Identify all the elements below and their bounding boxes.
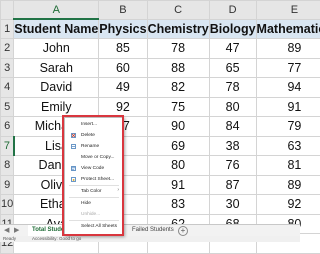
- tab-scroll-left-icon[interactable]: ◀: [4, 227, 10, 235]
- select-all-corner[interactable]: [1, 1, 14, 20]
- cell[interactable]: Sarah: [14, 58, 99, 78]
- column-header-d[interactable]: D: [209, 1, 256, 20]
- column-header-row: A B C D E: [1, 1, 320, 20]
- cell[interactable]: David: [14, 78, 99, 98]
- spreadsheet-grid: A B C D E 1 Student Name Physics Chemist…: [0, 0, 320, 254]
- cell[interactable]: 69: [147, 136, 209, 156]
- cell[interactable]: 77: [256, 58, 320, 78]
- cell[interactable]: John: [14, 39, 99, 59]
- table-row: 10 Ethan 83 30 92: [1, 195, 320, 215]
- cell[interactable]: 89: [256, 175, 320, 195]
- cell[interactable]: Emily: [14, 97, 99, 117]
- table-row: 7 Lisa 69 38 63: [1, 136, 320, 156]
- cell[interactable]: 82: [147, 78, 209, 98]
- column-header-a[interactable]: A: [14, 1, 99, 20]
- table-row: 2 John 85 78 47 89: [1, 39, 320, 59]
- row-header[interactable]: 5: [1, 97, 14, 117]
- table-row: 9 Olivia 91 87 89: [1, 175, 320, 195]
- cell-header-mathematics[interactable]: Mathematics: [256, 19, 320, 39]
- row-header[interactable]: 1: [1, 19, 14, 39]
- cell[interactable]: 47: [209, 39, 256, 59]
- column-header-e[interactable]: E: [256, 1, 320, 20]
- cell[interactable]: 87: [209, 175, 256, 195]
- row-header[interactable]: 10: [1, 195, 14, 215]
- cell-header-biology[interactable]: Biology: [209, 19, 256, 39]
- cell[interactable]: 89: [256, 39, 320, 59]
- add-sheet-button[interactable]: +: [178, 226, 188, 236]
- cell[interactable]: 92: [256, 195, 320, 215]
- cell[interactable]: 78: [147, 39, 209, 59]
- table-row: 3 Sarah 60 88 65 77: [1, 58, 320, 78]
- table-row: 5 Emily 92 75 80 91: [1, 97, 320, 117]
- row-header[interactable]: 2: [1, 39, 14, 59]
- cell[interactable]: 79: [256, 117, 320, 137]
- cell-header-student-name[interactable]: Student Name: [14, 19, 99, 39]
- cell[interactable]: 80: [209, 97, 256, 117]
- cell[interactable]: 38: [209, 136, 256, 156]
- cell[interactable]: 90: [147, 117, 209, 137]
- row-header[interactable]: 3: [1, 58, 14, 78]
- row-header-selected[interactable]: 7: [1, 136, 14, 156]
- row-header[interactable]: 6: [1, 117, 14, 137]
- status-ready: Ready: [3, 236, 16, 242]
- tab-failed-students[interactable]: Failed Students: [128, 225, 178, 236]
- cell[interactable]: 84: [209, 117, 256, 137]
- column-header-c[interactable]: C: [147, 1, 209, 20]
- tab-scroll-right-icon[interactable]: ▶: [14, 227, 20, 235]
- cell-header-chemistry[interactable]: Chemistry: [147, 19, 209, 39]
- cell[interactable]: 94: [256, 78, 320, 98]
- table-row: 4 David 49 82 78 94: [1, 78, 320, 98]
- cell[interactable]: 81: [256, 156, 320, 176]
- cell[interactable]: 49: [99, 78, 147, 98]
- table-row: 8 Daniel 80 76 81: [1, 156, 320, 176]
- cell[interactable]: 92: [99, 97, 147, 117]
- table-header-row: 1 Student Name Physics Chemistry Biology…: [1, 19, 320, 39]
- cell[interactable]: 91: [256, 97, 320, 117]
- row-header[interactable]: 4: [1, 78, 14, 98]
- row-header[interactable]: 8: [1, 156, 14, 176]
- cell[interactable]: 30: [209, 195, 256, 215]
- cell[interactable]: 78: [209, 78, 256, 98]
- cell[interactable]: 85: [99, 39, 147, 59]
- cell[interactable]: 76: [209, 156, 256, 176]
- row-header[interactable]: 9: [1, 175, 14, 195]
- highlight-box: [62, 115, 124, 236]
- cell[interactable]: 63: [256, 136, 320, 156]
- cell[interactable]: 60: [99, 58, 147, 78]
- cell-header-physics[interactable]: Physics: [99, 19, 147, 39]
- cell[interactable]: 80: [147, 156, 209, 176]
- accessibility-status[interactable]: Accessibility: Good to go: [32, 236, 81, 242]
- cell[interactable]: 88: [147, 58, 209, 78]
- column-header-b[interactable]: B: [99, 1, 147, 20]
- cell[interactable]: 91: [147, 175, 209, 195]
- cell[interactable]: 65: [209, 58, 256, 78]
- table-row: 6 Michael 67 90 84 79: [1, 117, 320, 137]
- cell[interactable]: 83: [147, 195, 209, 215]
- cell[interactable]: 75: [147, 97, 209, 117]
- status-bar: Ready Accessibility: Good to go: [0, 236, 300, 242]
